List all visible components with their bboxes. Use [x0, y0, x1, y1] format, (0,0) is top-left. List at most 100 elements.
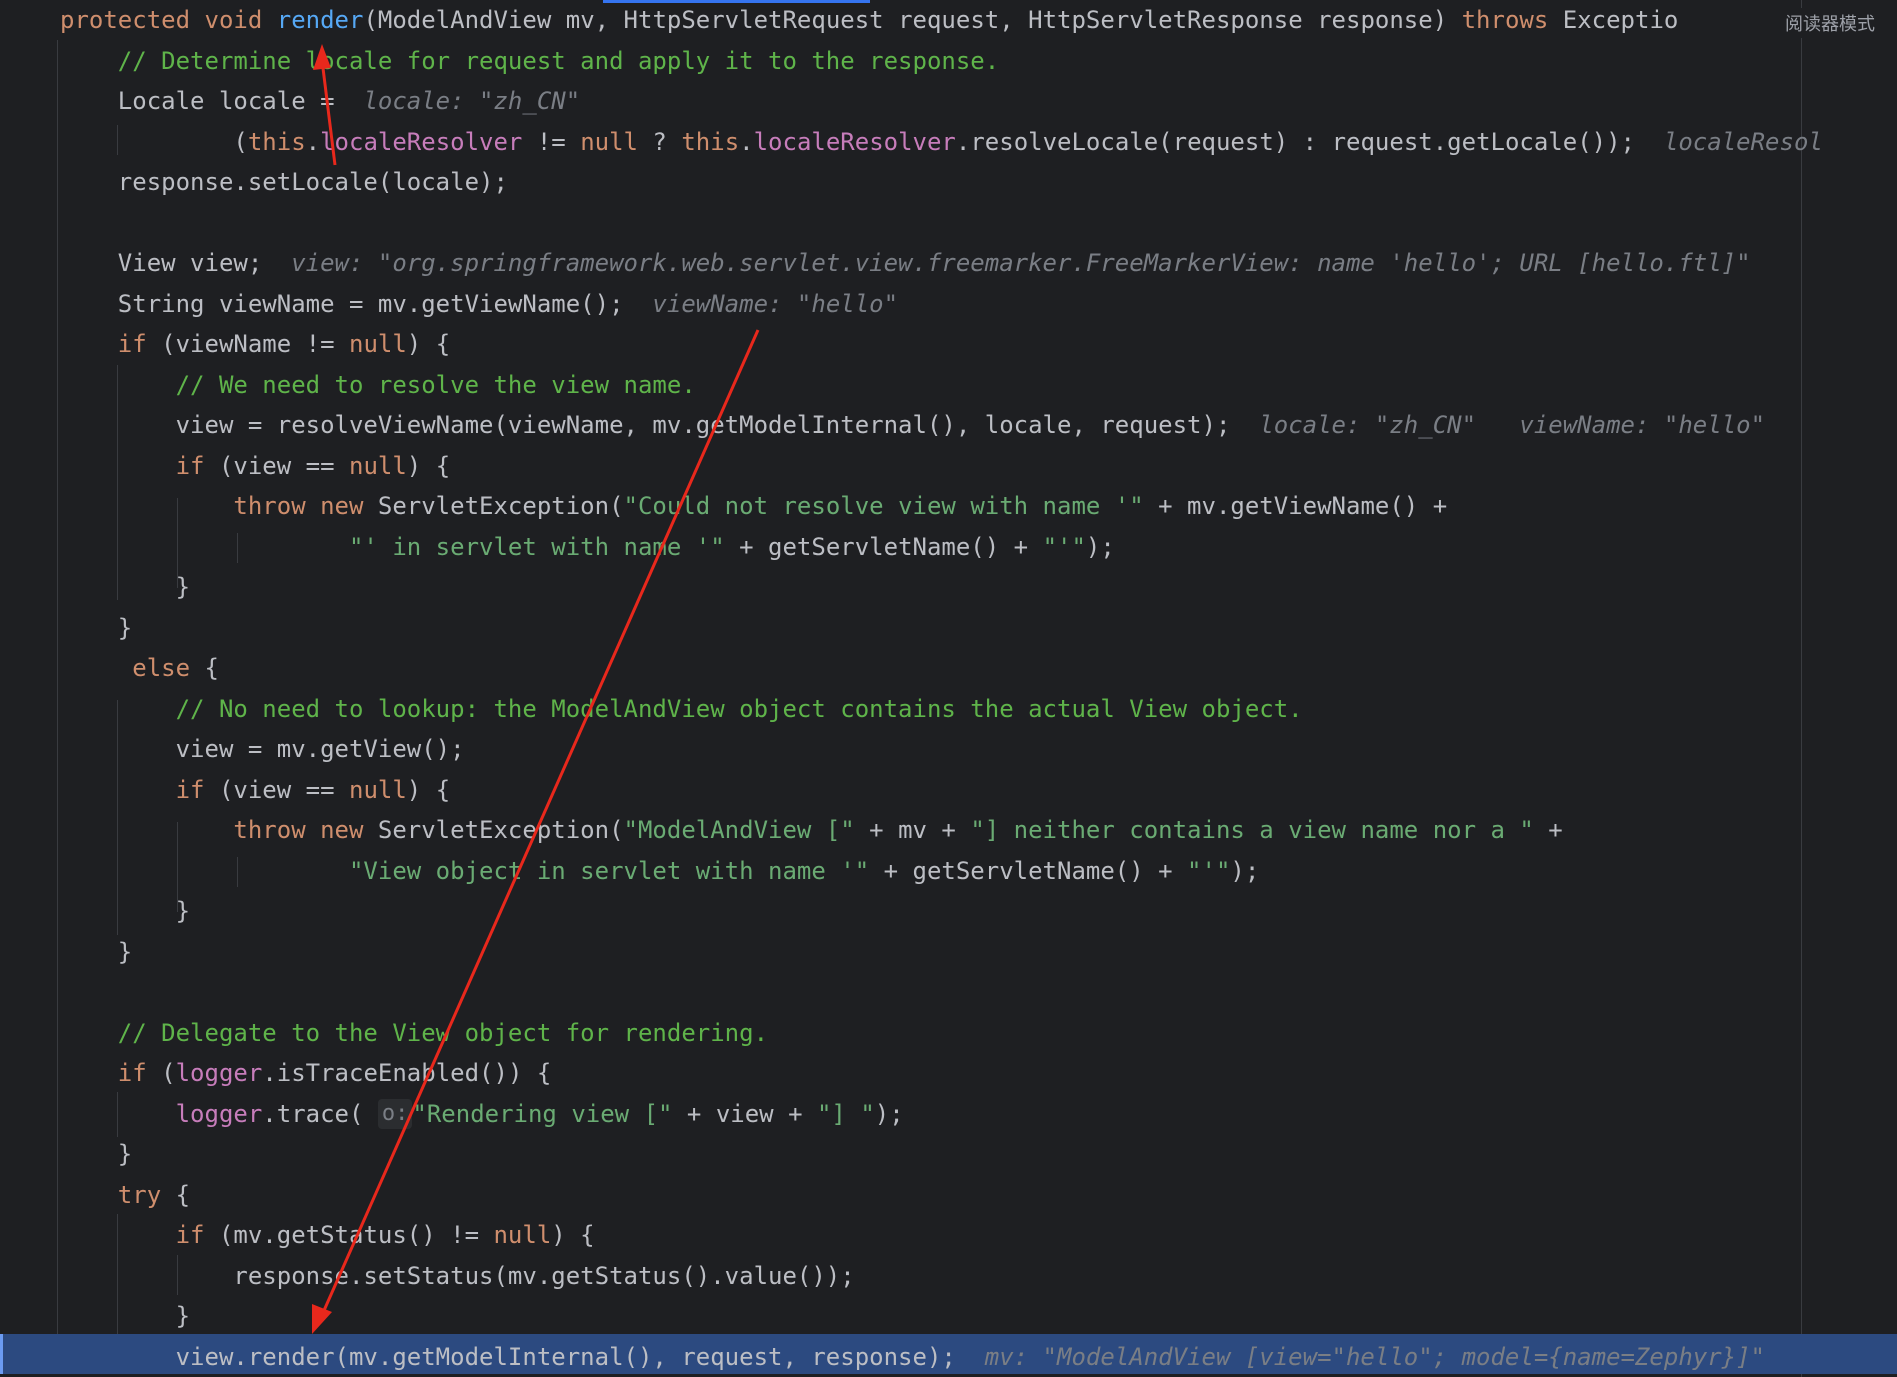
- code-text: .: [305, 127, 321, 156]
- comment: // No need to lookup: the ModelAndView o…: [175, 694, 1303, 723]
- code-line[interactable]: // No need to lookup: the ModelAndView o…: [60, 689, 1303, 729]
- code-line[interactable]: try {: [60, 1175, 190, 1215]
- code-text: View view;: [60, 249, 292, 277]
- code-line[interactable]: // Delegate to the View object for rende…: [60, 1013, 768, 1053]
- field: logger: [175, 1059, 263, 1087]
- code-line[interactable]: logger.trace( o: "Rendering view [" + vie…: [60, 1094, 904, 1134]
- code-text: {: [161, 1180, 191, 1209]
- code-text: }: [60, 1302, 191, 1330]
- code-line[interactable]: "View object in servlet with name '" + g…: [60, 851, 1259, 891]
- code-text: ) {: [551, 1221, 595, 1249]
- code-line[interactable]: Locale locale = locale: "zh_CN": [60, 81, 580, 121]
- comment: // Determine locale for request and appl…: [117, 46, 1000, 75]
- code-text: view = resolveViewName(viewName, mv.getM…: [60, 411, 1260, 439]
- keyword: this: [681, 127, 740, 156]
- string-literal: "View object in servlet with name '": [348, 856, 870, 885]
- code-text: String viewName = mv.getViewName();: [60, 289, 653, 318]
- string-literal: "Rendering view [": [412, 1099, 673, 1128]
- comment: // Delegate to the View object for rende…: [117, 1018, 769, 1047]
- code-text: + view +: [672, 1099, 817, 1128]
- code-text: {: [190, 654, 219, 682]
- string-literal: "] neither contains a view name nor a ": [970, 816, 1534, 844]
- code-line[interactable]: else {: [60, 648, 219, 688]
- code-text: }: [60, 573, 191, 601]
- inline-debug-value: locale: "zh_CN": [363, 87, 581, 115]
- code-text: );: [874, 1099, 904, 1128]
- code-line[interactable]: throw new ServletException("ModelAndView…: [60, 810, 1563, 850]
- code-line[interactable]: if (mv.getStatus() != null) {: [60, 1215, 595, 1255]
- keyword: else: [132, 654, 191, 682]
- code-text: + getServletName() +: [724, 532, 1043, 561]
- code-line[interactable]: // We need to resolve the view name.: [60, 365, 696, 405]
- code-line[interactable]: if (view == null) {: [60, 770, 451, 810]
- keyword: if: [175, 1221, 205, 1249]
- code-text: .trace(: [262, 1099, 378, 1128]
- code-line[interactable]: response.setStatus(mv.getStatus().value(…: [60, 1256, 854, 1296]
- code-text: ) {: [406, 775, 451, 804]
- code-line[interactable]: protected void render(ModelAndView mv, H…: [60, 0, 1678, 40]
- keyword: null: [580, 127, 638, 156]
- code-line[interactable]: }: [60, 1296, 190, 1336]
- code-text: .resolveLocale(request) : request.getLoc…: [955, 127, 1664, 156]
- code-text: .isTraceEnabled()) {: [262, 1059, 552, 1087]
- code-line[interactable]: if (logger.isTraceEnabled()) {: [60, 1053, 552, 1093]
- keyword: if: [175, 775, 205, 804]
- indent-guide: [57, 40, 58, 1370]
- method-name: render: [276, 6, 364, 34]
- code-line[interactable]: }: [60, 891, 190, 931]
- code-line[interactable]: View view; view: "org.springframework.we…: [60, 243, 1751, 283]
- code-text: + mv +: [854, 816, 971, 844]
- code-text: (mv.getStatus() !=: [204, 1221, 494, 1249]
- code-line[interactable]: throw new ServletException("Could not re…: [60, 486, 1447, 526]
- code-text: }: [60, 897, 191, 925]
- code-line[interactable]: "' in servlet with name '" + getServletN…: [60, 527, 1115, 567]
- code-line[interactable]: }: [60, 608, 132, 648]
- string-literal: "ModelAndView [": [623, 816, 855, 844]
- code-text: (ModelAndView mv, HttpServletRequest req…: [363, 6, 1462, 34]
- code-line[interactable]: view = resolveViewName(viewName, mv.getM…: [60, 405, 1765, 445]
- keyword: protected void: [60, 6, 277, 34]
- code-text: response.setLocale(locale);: [60, 168, 508, 196]
- code-text: + getServletName() +: [869, 856, 1188, 885]
- arrowhead-down: [312, 1304, 332, 1334]
- keyword: throw new: [233, 492, 364, 520]
- code-line[interactable]: }: [60, 567, 190, 607]
- code-text: ServletException(: [363, 816, 624, 844]
- code-text: Exceptio: [1548, 6, 1679, 34]
- reader-mode-button[interactable]: 阅读器模式: [1781, 8, 1879, 38]
- gutter[interactable]: [0, 0, 24, 1377]
- code-line[interactable]: if (viewName != null) {: [60, 324, 450, 364]
- execution-point-marker: [0, 1334, 3, 1374]
- comment: // We need to resolve the view name.: [175, 370, 696, 399]
- string-literal: "'": [1187, 856, 1231, 885]
- code-line[interactable]: response.setLocale(locale);: [60, 162, 508, 202]
- code-text: ) {: [406, 330, 451, 358]
- keyword: throw new: [233, 816, 364, 844]
- code-line[interactable]: }: [60, 1134, 132, 1174]
- code-text: (: [146, 1059, 176, 1087]
- inline-debug-value: locale: "zh_CN" viewName: "hello": [1259, 411, 1766, 439]
- code-text: ?: [637, 127, 682, 156]
- code-text: !=: [522, 127, 581, 156]
- keyword: null: [349, 451, 407, 480]
- code-line[interactable]: view = mv.getView();: [60, 729, 465, 769]
- code-line[interactable]: view.render(mv.getModelInternal(), reque…: [60, 1337, 1765, 1377]
- code-text: +: [1533, 816, 1563, 844]
- keyword: if: [117, 330, 147, 358]
- code-line[interactable]: }: [60, 932, 132, 972]
- code-text: .: [739, 127, 754, 156]
- code-line[interactable]: if (view == null) {: [60, 446, 451, 486]
- field: localeResolver: [753, 127, 956, 156]
- keyword: throws: [1461, 6, 1549, 34]
- code-editor[interactable]: protected void render(ModelAndView mv, H…: [0, 0, 1897, 1377]
- code-line[interactable]: String viewName = mv.getViewName(); view…: [60, 284, 898, 324]
- code-line[interactable]: (this.localeResolver != null ? this.loca…: [60, 122, 1822, 162]
- code-line[interactable]: // Determine locale for request and appl…: [60, 41, 999, 81]
